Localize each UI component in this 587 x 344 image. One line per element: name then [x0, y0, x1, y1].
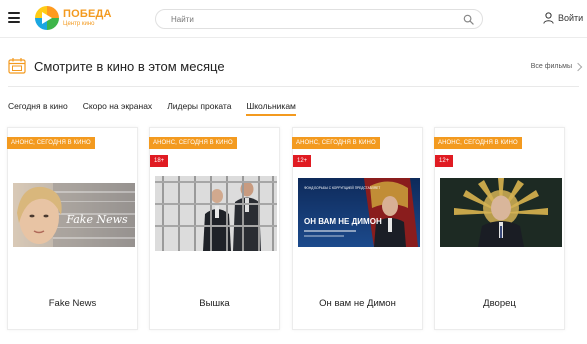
calendar-ticket-icon — [8, 58, 26, 74]
all-films-link[interactable]: Все фильмы — [530, 62, 583, 71]
tab-box-office-leaders[interactable]: Лидеры проката — [167, 101, 231, 116]
poster-title: ОН ВАМ НЕ ДИМОН — [304, 217, 382, 226]
poster-caption: ФОНД БОРЬБЫ С КОРРУПЦИЕЙ ПРЕДСТАВЛЯЕТ — [304, 186, 380, 190]
announcement-badge: АНОНС, СЕГОДНЯ В КИНО — [292, 137, 380, 149]
logo-play-icon — [35, 6, 59, 30]
top-header: ПОБЕДА Центр кино Войти — [0, 0, 587, 38]
logo[interactable]: ПОБЕДА Центр кино — [35, 5, 112, 31]
film-card[interactable]: АНОНС, СЕГОДНЯ В КИНО Fake News Fake New… — [7, 127, 138, 330]
film-poster[interactable] — [155, 176, 277, 251]
announcement-badge: АНОНС, СЕГОДНЯ В КИНО — [434, 137, 522, 149]
tab-for-schoolchildren[interactable]: Школьникам — [246, 101, 296, 116]
film-title[interactable]: Дворец — [435, 298, 564, 309]
chevron-right-icon — [573, 62, 583, 71]
login-label: Войти — [558, 13, 584, 23]
tab-coming-soon[interactable]: Скоро на экранах — [83, 101, 152, 116]
tabs: Сегодня в кино Скоро на экранах Лидеры п… — [8, 101, 311, 116]
age-rating-badge: 12+ — [293, 155, 312, 167]
film-title[interactable]: Fake News — [8, 298, 137, 309]
tab-today[interactable]: Сегодня в кино — [8, 101, 68, 116]
divider — [8, 86, 579, 87]
logo-name: ПОБЕДА — [63, 8, 112, 20]
search-input[interactable] — [171, 14, 451, 25]
film-poster[interactable] — [440, 178, 562, 247]
film-poster[interactable]: ФОНД БОРЬБЫ С КОРРУПЦИЕЙ ПРЕДСТАВЛЯЕТ ОН… — [298, 178, 420, 247]
film-title[interactable]: Вышка — [150, 298, 279, 309]
film-title[interactable]: Он вам не Димон — [293, 298, 422, 309]
announcement-badge: АНОНС, СЕГОДНЯ В КИНО — [7, 137, 95, 149]
search-box[interactable] — [155, 9, 483, 29]
film-card[interactable]: АНОНС, СЕГОДНЯ В КИНО 18+ Вышка — [149, 127, 280, 330]
announcement-badge: АНОНС, СЕГОДНЯ В КИНО — [149, 137, 237, 149]
logo-subtitle: Центр кино — [63, 21, 95, 27]
age-rating-badge: 12+ — [435, 155, 454, 167]
all-films-label: Все фильмы — [530, 63, 572, 70]
poster-title: Fake News — [65, 213, 128, 226]
user-icon — [543, 12, 554, 24]
section-header: Смотрите в кино в этом месяце Все фильмы — [0, 54, 587, 80]
film-card[interactable]: АНОНС, СЕГОДНЯ В КИНО 12+ Дворец — [434, 127, 565, 330]
menu-icon[interactable] — [8, 12, 20, 23]
search-icon[interactable] — [463, 14, 474, 25]
film-poster[interactable]: Fake News — [13, 183, 135, 247]
section-title: Смотрите в кино в этом месяце — [34, 59, 225, 74]
login-button[interactable]: Войти — [543, 12, 583, 24]
age-rating-badge: 18+ — [150, 155, 169, 167]
film-card[interactable]: АНОНС, СЕГОДНЯ В КИНО 12+ ФОНД БОРЬБЫ С … — [292, 127, 423, 330]
